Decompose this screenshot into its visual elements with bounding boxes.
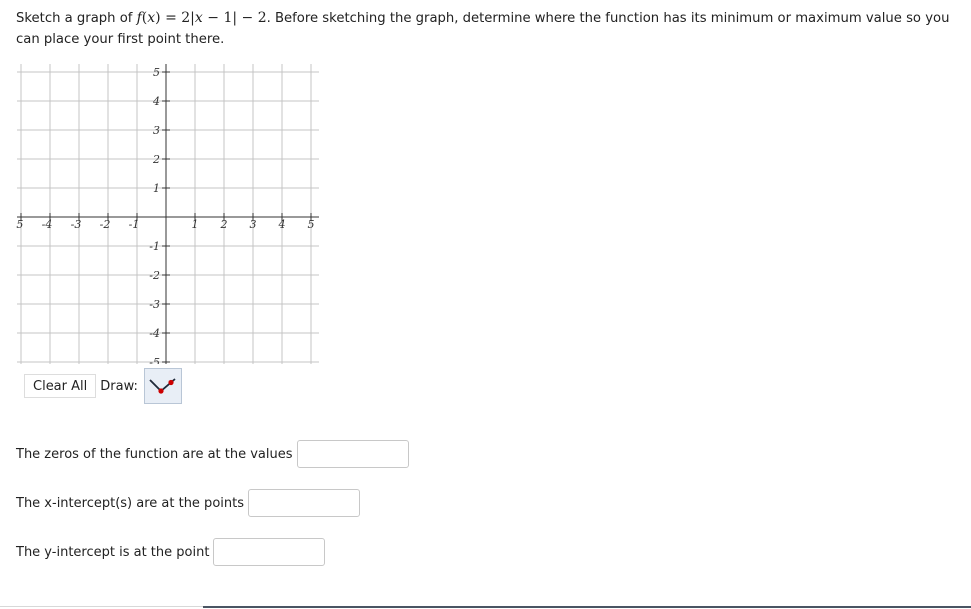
y-tick-label: -1 [149, 240, 160, 253]
y-tick-label: 3 [153, 124, 160, 137]
function-name: f [136, 10, 142, 26]
absolute-value-graph-icon [149, 378, 176, 394]
y-tick-label: -4 [149, 327, 160, 340]
y-tick-label: -3 [149, 298, 160, 311]
y-tick-label: 1 [153, 182, 160, 195]
x-tick-label: 1 [192, 218, 199, 231]
x-tick-label: -4 [42, 218, 53, 231]
x-tick-label: 5 [308, 218, 315, 231]
y-intercept-row: The y-intercept is at the point [16, 538, 326, 566]
question-text: Sketch a graph of f(x) = 2|x − 1| − 2. B… [16, 8, 956, 50]
y-tick-label: 2 [152, 153, 160, 166]
x-intercepts-row: The x-intercept(s) are at the points [16, 489, 360, 517]
y-tick-label: 5 [153, 66, 160, 79]
graph-area[interactable]: -5 -4 -3 -2 -1 1 2 3 4 5 5 4 3 2 1 -1 -2 -3 -4 -5 [13, 62, 321, 369]
zeros-label: The zeros of the function are at the val… [16, 446, 293, 462]
function-variable: x [147, 10, 156, 26]
zeros-row: The zeros of the function are at the val… [16, 440, 409, 468]
x-tick-label: 4 [278, 218, 286, 231]
function-expression: f(x) = 2|x − 1| − 2 [136, 10, 267, 26]
clear-all-button[interactable]: Clear All [24, 374, 97, 398]
coordinate-grid[interactable]: -5 -4 -3 -2 -1 1 2 3 4 5 5 4 3 2 1 -1 -2 -3 -4 -5 [13, 62, 321, 369]
y-tick-label: -2 [149, 269, 160, 282]
absolute-value-tool-button[interactable] [143, 368, 182, 404]
y-tick-label: 4 [152, 95, 160, 108]
y-tick-label: -5 [149, 356, 160, 364]
footer-bar [203, 606, 971, 608]
draw-toolbar: Clear All Draw: [24, 368, 182, 404]
y-intercept-input[interactable] [213, 538, 326, 566]
x-tick-label: -1 [129, 218, 140, 231]
y-intercept-label: The y-intercept is at the point [16, 544, 210, 560]
question-prefix: Sketch a graph of [16, 11, 133, 26]
zeros-input[interactable] [296, 440, 409, 468]
expression-rest: − 1| − 2 [207, 10, 267, 26]
draw-label: Draw: [100, 378, 138, 394]
x-tick-label: -2 [100, 218, 111, 231]
x-tick-label: -3 [71, 218, 82, 231]
expression-equals: = 2| [165, 10, 195, 26]
expression-variable: x [194, 10, 203, 26]
x-tick-label: -5 [16, 218, 23, 231]
x-intercepts-input[interactable] [248, 489, 360, 517]
x-tick-label: 3 [250, 218, 257, 231]
x-tick-label: 2 [220, 218, 228, 231]
x-intercepts-label: The x-intercept(s) are at the points [16, 495, 244, 511]
